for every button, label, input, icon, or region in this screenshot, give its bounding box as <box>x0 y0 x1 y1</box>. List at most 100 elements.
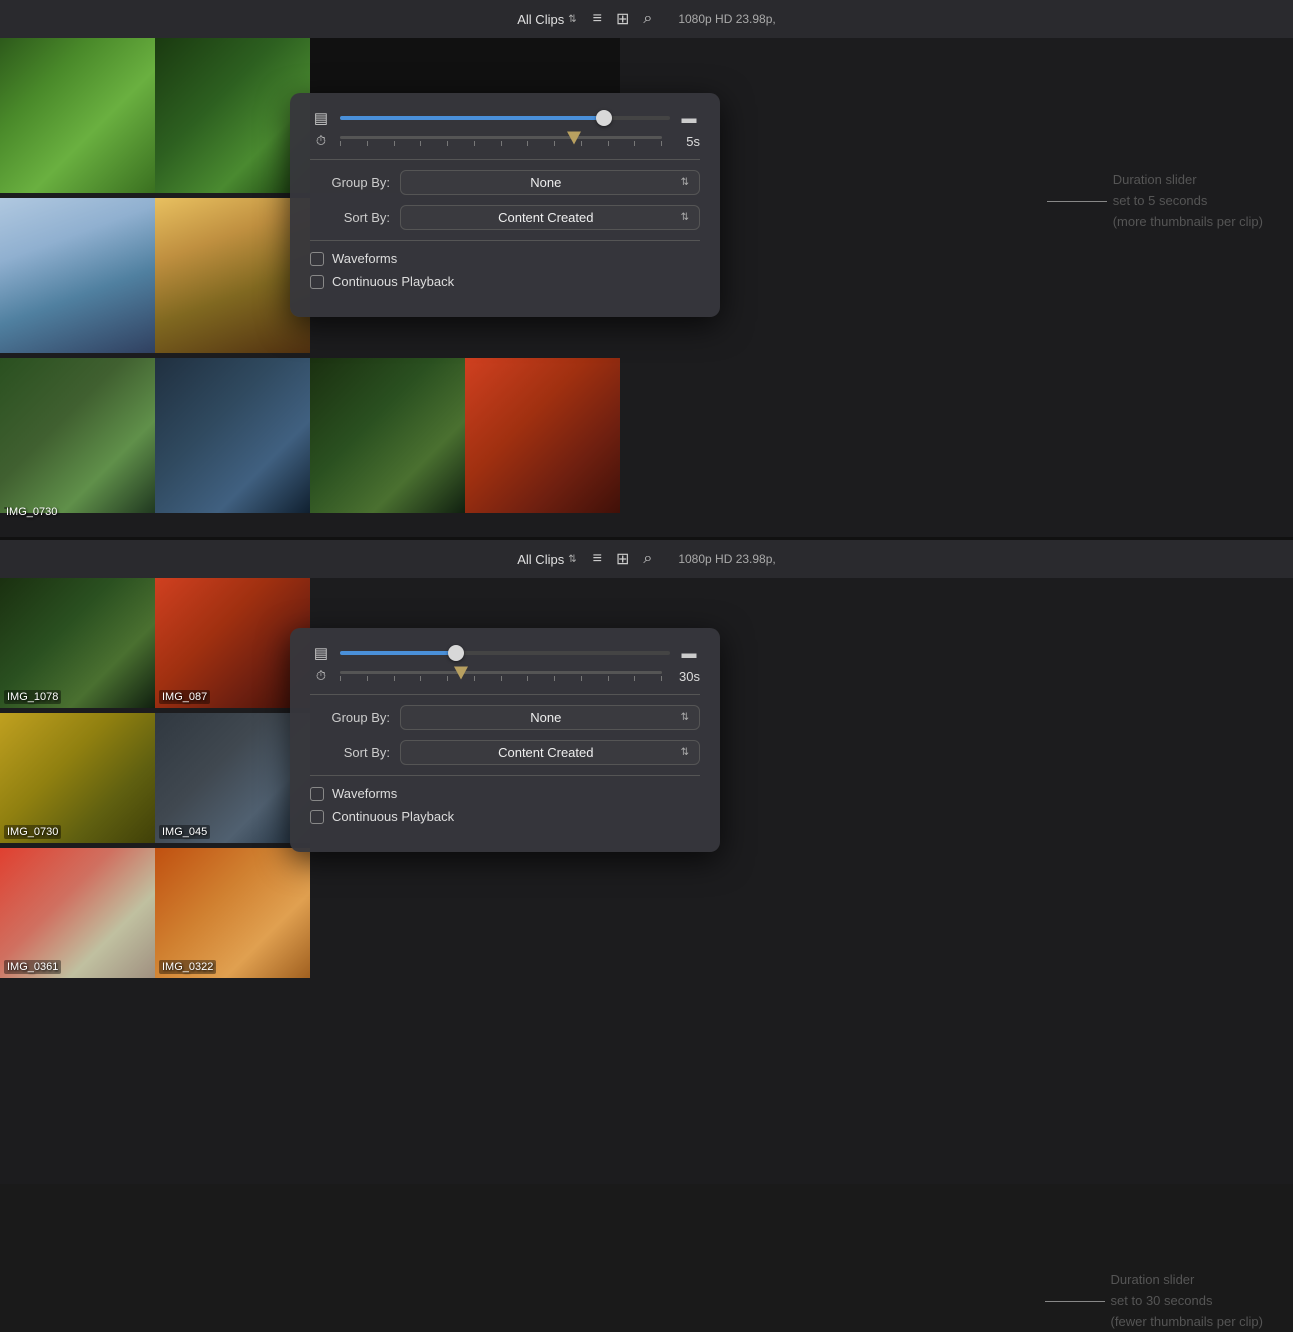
clip-thumbnail <box>155 713 310 843</box>
group-by-value: None <box>411 175 681 190</box>
toolbar-icons: ≡ ⊞ ⌕ <box>593 9 653 29</box>
bottom-callout-line <box>1045 1301 1105 1302</box>
group-by-select[interactable]: None ⇅ <box>400 170 700 195</box>
bottom-panel: All Clips ⇅ ≡ ⊞ ⌕ 1080p HD 23.98p, IMG_1… <box>0 540 1293 1184</box>
callout-line-3: (more thumbnails per clip) <box>1113 212 1263 233</box>
duration-slider-thumb[interactable] <box>567 131 581 144</box>
callout-line-2: set to 5 seconds <box>1113 191 1263 212</box>
clip-size-slider-thumb[interactable] <box>596 110 612 126</box>
tick <box>501 141 502 146</box>
top-popup: ▤ ▬ ⏱ <box>290 93 720 317</box>
bottom-grid-view-icon[interactable]: ⊞ <box>616 549 629 569</box>
top-toolbar: All Clips ⇅ ≡ ⊞ ⌕ 1080p HD 23.98p, <box>0 0 1293 38</box>
bottom-waveforms-checkbox[interactable] <box>310 787 324 801</box>
bottom-duration-slider-container <box>340 671 662 681</box>
bottom-clip-size-slider[interactable] <box>340 651 670 655</box>
duration-slider-container <box>340 136 662 146</box>
waveforms-checkbox[interactable] <box>310 252 324 266</box>
clip-item[interactable]: IMG_0322 <box>155 848 310 978</box>
bottom-group-by-chevron-icon: ⇅ <box>681 712 689 723</box>
clip-item[interactable] <box>0 358 155 513</box>
tick <box>420 141 421 146</box>
bottom-clip-size-small-icon: ▤ <box>310 644 332 662</box>
bottom-popup-divider <box>310 694 700 695</box>
continuous-playback-label: Continuous Playback <box>332 274 454 289</box>
bottom-continuous-playback-checkbox[interactable] <box>310 810 324 824</box>
bottom-clip-size-slider-row: ▤ ▬ <box>310 644 700 662</box>
sort-by-select[interactable]: Content Created ⇅ <box>400 205 700 230</box>
bottom-clip-size-slider-thumb[interactable] <box>448 645 464 661</box>
bottom-waveforms-label: Waveforms <box>332 786 397 801</box>
clip-item[interactable] <box>310 358 465 513</box>
tick <box>661 141 662 146</box>
tick <box>420 676 421 681</box>
clip-item[interactable] <box>0 38 155 193</box>
bottom-sort-by-row: Sort By: Content Created ⇅ <box>310 740 700 765</box>
toolbar-left: All Clips ⇅ ≡ ⊞ ⌕ 1080p HD 23.98p, <box>517 9 775 29</box>
tick <box>474 141 475 146</box>
clip-item[interactable]: IMG_045 <box>155 713 310 843</box>
clip-thumbnail <box>155 358 310 513</box>
waveforms-label: Waveforms <box>332 251 397 266</box>
bottom-toolbar-icons: ≡ ⊞ ⌕ <box>593 549 653 569</box>
bottom-popup: ▤ ▬ ⏱ <box>290 628 720 852</box>
tick-marks <box>340 139 662 146</box>
clip-item[interactable]: IMG_0730 <box>0 713 155 843</box>
clip-item[interactable]: IMG_0361 <box>0 848 155 978</box>
duration-value-label: 5s <box>670 134 700 149</box>
tick <box>367 141 368 146</box>
bottom-callout-line-1: Duration slider <box>1111 1270 1263 1291</box>
all-clips-button[interactable]: All Clips ⇅ <box>517 12 576 27</box>
clip-item[interactable] <box>465 358 620 513</box>
bottom-group-by-row: Group By: None ⇅ <box>310 705 700 730</box>
continuous-playback-checkbox[interactable] <box>310 275 324 289</box>
tick <box>608 676 609 681</box>
clip-size-slider[interactable] <box>340 116 670 120</box>
bottom-all-clips-button[interactable]: All Clips ⇅ <box>517 552 576 567</box>
clip-item[interactable] <box>155 358 310 513</box>
duration-slider-row: ⏱ <box>310 133 700 149</box>
waveforms-row: Waveforms <box>310 251 700 266</box>
clip-size-small-icon: ▤ <box>310 109 332 127</box>
bottom-list-view-icon[interactable]: ≡ <box>593 550 602 568</box>
clip-size-slider-fill <box>340 116 604 120</box>
popup-divider <box>310 159 700 160</box>
sort-by-row: Sort By: Content Created ⇅ <box>310 205 700 230</box>
clip-item[interactable] <box>155 198 310 353</box>
list-view-icon[interactable]: ≡ <box>593 10 602 28</box>
duration-slider[interactable] <box>340 136 662 139</box>
clip-thumbnail <box>155 38 310 193</box>
bottom-group-by-label: Group By: <box>310 710 390 725</box>
search-icon[interactable]: ⌕ <box>643 10 652 28</box>
bottom-duration-slider-thumb[interactable] <box>454 666 468 679</box>
clip-label: IMG_087 <box>159 690 210 704</box>
bottom-sort-by-select[interactable]: Content Created ⇅ <box>400 740 700 765</box>
clip-item[interactable] <box>0 198 155 353</box>
bottom-all-clips-label: All Clips <box>517 552 564 567</box>
clip-thumbnail <box>0 358 155 513</box>
bottom-sort-by-chevron-icon: ⇅ <box>681 747 689 758</box>
grid-view-icon[interactable]: ⊞ <box>616 9 629 29</box>
clip-item[interactable] <box>155 38 310 193</box>
bottom-sort-by-value: Content Created <box>411 745 681 760</box>
bottom-callout-line-3: (fewer thumbnails per clip) <box>1111 1312 1263 1332</box>
top-panel: All Clips ⇅ ≡ ⊞ ⌕ 1080p HD 23.98p, <box>0 0 1293 540</box>
bottom-sort-by-label: Sort By: <box>310 745 390 760</box>
clip-item[interactable]: IMG_087 <box>155 578 310 708</box>
bottom-waveforms-row: Waveforms <box>310 786 700 801</box>
sort-by-label: Sort By: <box>310 210 390 225</box>
bottom-duration-slider[interactable] <box>340 671 662 674</box>
bottom-toolbar: All Clips ⇅ ≡ ⊞ ⌕ 1080p HD 23.98p, <box>0 540 1293 578</box>
clip-item[interactable]: IMG_1078 <box>0 578 155 708</box>
clip-label: IMG_0730 <box>4 825 61 839</box>
bottom-popup-divider-2 <box>310 775 700 776</box>
duration-clock-icon: ⏱ <box>310 133 332 149</box>
tick <box>608 141 609 146</box>
callout-line <box>1047 201 1107 202</box>
bottom-group-by-select[interactable]: None ⇅ <box>400 705 700 730</box>
tick <box>447 676 448 681</box>
bottom-group-by-value: None <box>411 710 681 725</box>
tick <box>367 676 368 681</box>
bottom-search-icon[interactable]: ⌕ <box>643 550 652 568</box>
all-clips-chevron-icon: ⇅ <box>568 14 576 25</box>
